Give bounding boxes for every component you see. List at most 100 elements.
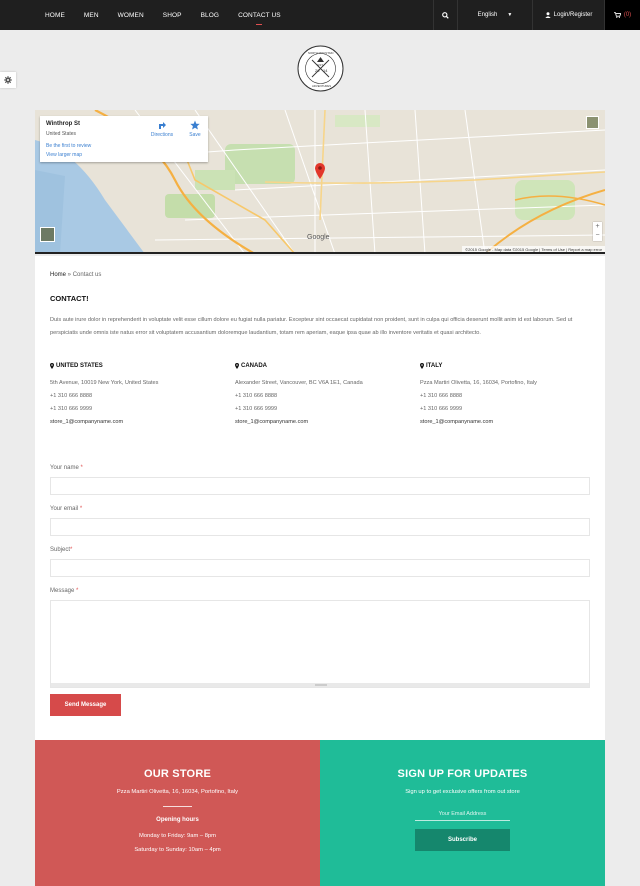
caret-down-icon: ▼ <box>507 12 513 18</box>
hours-weekend: Saturday to Sunday: 10am – 4pm <box>134 847 221 853</box>
office-phone: +1 310 666 8888 <box>50 393 93 399</box>
logo-year-right: 14 <box>323 68 328 73</box>
nav-contact-us[interactable]: CONTACT US <box>238 12 281 25</box>
office-phone: +1 310 666 9999 <box>235 406 278 412</box>
star-icon <box>190 120 200 130</box>
google-map[interactable]: Winthrop St United States Be the first t… <box>35 110 605 254</box>
logo-bottom-text: ADVENTURES <box>312 84 331 88</box>
map-marker-icon[interactable] <box>315 163 325 179</box>
logo-top-text: NORTH MOUNTAIN <box>308 51 333 55</box>
topbar-actions: English ▼ Login/Register (0) <box>433 0 640 30</box>
breadcrumb-current: Contact us <box>72 272 102 278</box>
map-place-title: Winthrop St <box>46 121 80 127</box>
office-name: ITALY <box>426 363 443 369</box>
office-phone: +1 310 666 8888 <box>420 393 463 399</box>
office-name: UNITED STATES <box>56 363 103 369</box>
office-phone: +1 310 666 8888 <box>235 393 278 399</box>
language-selector[interactable]: English ▼ <box>457 0 532 30</box>
required-mark: * <box>79 506 83 512</box>
login-label: Login/Register <box>553 12 593 18</box>
page-title: CONTACT! <box>50 294 89 303</box>
map-place-subtitle: United States <box>46 131 77 137</box>
map-zoom-control[interactable]: + − <box>593 222 602 241</box>
map-pin-icon <box>50 363 54 369</box>
office-email[interactable]: store_1@companyname.com <box>420 416 600 429</box>
map-directions-button[interactable]: Directions <box>148 120 176 138</box>
logo-year-left: 20 <box>315 68 320 73</box>
map-directions-label: Directions <box>150 132 174 138</box>
send-message-button[interactable]: Send Message <box>50 694 121 716</box>
search-icon <box>442 11 449 19</box>
name-input[interactable] <box>50 477 590 495</box>
subject-input[interactable] <box>50 559 590 577</box>
office-united-states: UNITED STATES 5th Avenue, 10019 New York… <box>50 363 230 429</box>
user-icon <box>544 12 551 18</box>
office-address: Alexander Street, Vancouver, BC V6A 1E1,… <box>235 380 363 386</box>
breadcrumb: Home » Contact us <box>50 272 101 278</box>
subscribe-button[interactable]: Subscribe <box>415 829 510 851</box>
cart-icon <box>613 12 621 18</box>
map-google-logo: Google <box>307 234 330 241</box>
office-italy: ITALY Pzza Martiri Olivetta, 16, 16034, … <box>420 363 600 429</box>
signup-subtitle: Sign up to get exclusive offers from out… <box>405 789 520 795</box>
search-button[interactable] <box>433 0 457 30</box>
top-navbar: HOME MEN WOMEN SHOP BLOG CONTACT US Engl… <box>0 0 640 30</box>
breadcrumb-home[interactable]: Home <box>50 272 66 278</box>
store-divider <box>163 806 192 807</box>
map-save-button[interactable]: Save <box>186 120 204 138</box>
site-logo[interactable]: 20 14 EST. NORTH MOUNTAIN ADVENTURES <box>297 45 344 92</box>
hours-weekdays: Monday to Friday: 9am – 8pm <box>138 833 216 839</box>
nav-blog[interactable]: BLOG <box>201 12 219 19</box>
map-larger-link[interactable]: View larger map <box>46 152 82 158</box>
office-phone: +1 310 666 9999 <box>50 406 93 412</box>
language-label: English <box>477 12 498 18</box>
name-label: Your name * <box>50 465 83 471</box>
cart-count: (0) <box>623 12 632 18</box>
newsletter-email-input[interactable] <box>415 807 510 821</box>
contact-content: Home » Contact us CONTACT! Duis aute iru… <box>35 256 605 740</box>
office-name: CANADA <box>241 363 267 369</box>
zoom-in-icon[interactable]: + <box>593 222 602 231</box>
nav-men[interactable]: MEN <box>84 12 99 19</box>
office-address: 5th Avenue, 10019 New York, United State… <box>50 380 159 386</box>
cart-button[interactable]: (0) <box>604 0 640 30</box>
map-attribution: ©2015 Google - Map data ©2015 Google | T… <box>462 246 605 252</box>
map-pin-icon <box>420 363 424 369</box>
nav-home[interactable]: HOME <box>45 12 65 19</box>
directions-icon <box>159 122 166 129</box>
intro-text: Duis aute irure dolor in reprehenderit i… <box>50 317 573 336</box>
office-email[interactable]: store_1@companyname.com <box>50 416 230 429</box>
office-canada: CANADA Alexander Street, Vancouver, BC V… <box>235 363 415 429</box>
settings-toggle[interactable] <box>0 72 16 88</box>
nav-women[interactable]: WOMEN <box>118 12 144 19</box>
name-label-text: Your name <box>50 465 79 471</box>
map-pin-icon <box>235 363 239 369</box>
our-store-section: OUR STORE Pzza Martiri Olivetta, 16, 160… <box>35 740 320 886</box>
subject-label-text: Subject <box>50 547 71 553</box>
office-email[interactable]: store_1@companyname.com <box>235 416 415 429</box>
map-photo-thumbnail[interactable] <box>586 116 599 129</box>
email-label: Your email * <box>50 506 82 512</box>
nav-shop[interactable]: SHOP <box>163 12 182 19</box>
zoom-out-icon[interactable]: − <box>593 231 602 240</box>
breadcrumb-separator: » <box>66 272 73 278</box>
office-address: Pzza Martiri Olivetta, 16, 16034, Portof… <box>420 380 537 386</box>
required-mark: * <box>70 547 73 553</box>
message-textarea[interactable] <box>50 600 590 688</box>
login-register-link[interactable]: Login/Register <box>532 0 604 30</box>
textarea-resize-handle[interactable] <box>51 683 589 687</box>
logo-center-text: EST. <box>318 63 324 67</box>
email-input[interactable] <box>50 518 590 536</box>
opening-hours-title: Opening hours <box>156 817 199 823</box>
signup-title: SIGN UP FOR UPDATES <box>397 768 528 780</box>
map-save-label: Save <box>189 132 201 138</box>
store-title: OUR STORE <box>144 768 211 780</box>
signup-section: SIGN UP FOR UPDATES Sign up to get exclu… <box>320 740 605 886</box>
logo-emblem: 20 14 EST. NORTH MOUNTAIN ADVENTURES <box>297 45 344 92</box>
email-label-text: Your email <box>50 506 79 512</box>
message-label-text: Message <box>50 588 75 594</box>
store-address: Pzza Martiri Olivetta, 16, 16034, Portof… <box>116 789 239 795</box>
office-phone: +1 310 666 9999 <box>420 406 463 412</box>
map-satellite-toggle[interactable] <box>40 227 55 242</box>
map-review-link[interactable]: Be the first to review <box>46 143 91 149</box>
